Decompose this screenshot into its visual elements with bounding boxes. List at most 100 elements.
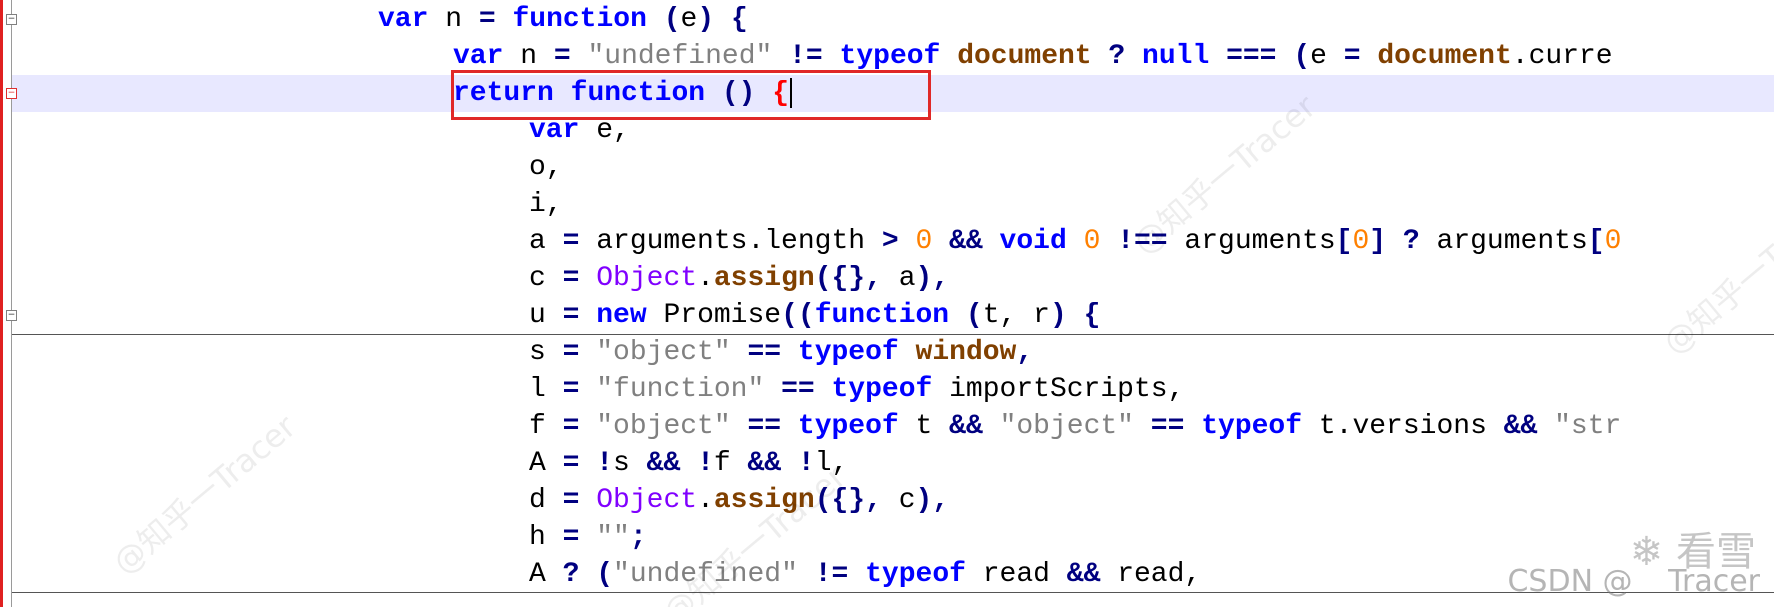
change-marker	[0, 0, 3, 607]
code-token: typeof	[831, 374, 933, 405]
code-token: ?	[1402, 226, 1420, 257]
code-token: =	[562, 522, 580, 553]
fold-separator-line	[12, 334, 1774, 335]
code-text: c = Object.assign({}, a),	[529, 260, 949, 297]
code-token: null	[1142, 41, 1210, 72]
code-token: a	[881, 263, 916, 294]
code-token: .curre	[1511, 41, 1613, 72]
code-token: f	[529, 411, 563, 442]
code-text: u = new Promise((function (t, r) {	[529, 297, 1100, 334]
code-token: ,	[1016, 337, 1034, 368]
code-line[interactable]: i,	[12, 186, 1774, 223]
code-token: function	[814, 300, 950, 331]
code-token: t.versions	[1302, 411, 1504, 442]
code-token: a	[529, 226, 563, 257]
code-token: ""	[596, 522, 630, 553]
code-token: s	[613, 448, 647, 479]
code-line[interactable]: c = Object.assign({}, a),	[12, 260, 1774, 297]
code-token: c	[881, 485, 916, 516]
code-line[interactable]: d = Object.assign({}, c),	[12, 482, 1774, 519]
fold-toggle-icon[interactable]: −	[6, 88, 17, 99]
code-token: !=	[789, 41, 823, 72]
code-line[interactable]: var n = function (e) { −	[6, 1, 1774, 38]
code-token: var	[378, 4, 429, 35]
code-token: arguments.length	[579, 226, 882, 257]
code-token: =	[562, 411, 580, 442]
code-token: typeof	[797, 411, 899, 442]
code-token: .	[697, 485, 714, 516]
code-token: "object"	[596, 337, 731, 368]
code-text: d = Object.assign({}, c),	[529, 482, 949, 519]
code-token: "undefined"	[587, 41, 773, 72]
code-token: n	[428, 4, 479, 35]
code-text: var n = function (e) {	[378, 1, 748, 38]
code-token: Object	[596, 485, 698, 516]
code-token: ?	[562, 559, 580, 590]
code-token: A	[529, 448, 563, 479]
code-token: arguments	[1419, 226, 1588, 257]
code-token: A	[529, 559, 563, 590]
code-token: (	[1293, 41, 1311, 72]
code-token: typeof	[865, 559, 966, 590]
code-text: o,	[529, 149, 563, 186]
code-token: &&	[949, 411, 983, 442]
code-token: t, r	[982, 300, 1050, 331]
code-token: u	[529, 300, 563, 331]
code-line[interactable]: s = "object" == typeof window,	[12, 334, 1774, 371]
fold-toggle-icon[interactable]: −	[6, 310, 17, 321]
code-token: e	[1310, 41, 1344, 72]
code-token: 0	[915, 226, 933, 257]
code-token: ==	[1150, 411, 1185, 442]
code-line[interactable]: a = arguments.length > 0 && void 0 !== a…	[12, 223, 1774, 260]
code-token: =	[562, 337, 580, 368]
code-text: a = arguments.length > 0 && void 0 !== a…	[529, 223, 1621, 260]
code-line[interactable]: o,	[12, 149, 1774, 186]
code-token: 0	[1604, 226, 1622, 257]
code-token: "object"	[596, 411, 731, 442]
code-token: s	[529, 337, 563, 368]
code-token: ==	[747, 337, 782, 368]
code-token: new	[596, 300, 647, 331]
code-token: (	[663, 4, 681, 35]
code-token: [	[1587, 226, 1605, 257]
code-token: ==	[747, 411, 782, 442]
code-text: i,	[529, 186, 563, 223]
code-token: typeof	[839, 41, 941, 72]
code-token: ?	[1108, 41, 1126, 72]
code-text: s = "object" == typeof window,	[529, 334, 1033, 371]
code-token: h	[529, 522, 563, 553]
code-line[interactable]: l = "function" == typeof importScripts,	[12, 371, 1774, 408]
code-line[interactable]: h = "";	[12, 519, 1774, 556]
code-text: l = "function" == typeof importScripts,	[529, 371, 1184, 408]
code-token: Promise	[646, 300, 782, 331]
code-token: &&	[646, 448, 681, 479]
fold-toggle-icon[interactable]: −	[6, 14, 17, 25]
code-token: {	[1083, 300, 1101, 331]
code-token: =	[1343, 41, 1361, 72]
code-editor[interactable]: var n = function (e) { − var n = "undefine…	[0, 0, 1774, 607]
code-line[interactable]: u = new Promise((function (t, r) { −	[6, 297, 1774, 334]
